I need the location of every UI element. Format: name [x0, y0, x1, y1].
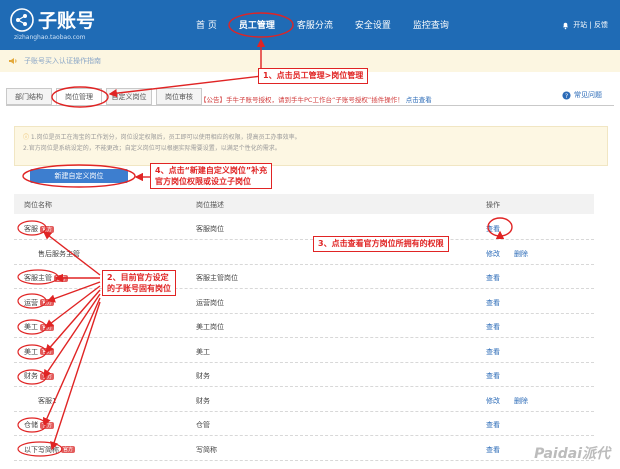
row-name-circles: [17, 220, 63, 457]
page-root: 子账号 zizhanghao.taobao.com 首 页 员工管理 客服分流 …: [0, 0, 620, 469]
annotation-step-1: 1、点击员工管理>岗位管理: [258, 68, 369, 84]
annotation-step-2: 2、目前官方设定 的子账号固有岗位: [102, 270, 176, 296]
annotation-step-4-line-1: 4、点击“新建自定义岗位”补充: [155, 166, 268, 175]
annotation-step-2-line-1: 2、目前官方设定: [107, 273, 169, 282]
highlight-button-circle: [22, 164, 136, 188]
highlight-nav-circle: [228, 12, 294, 38]
highlight-tab-circle: [51, 86, 109, 108]
arrows-2-group: [42, 231, 101, 451]
annotation-step-2-line-2: 的子账号固有岗位: [107, 284, 171, 293]
watermark: Paidai派代: [534, 446, 610, 462]
annotation-step-4: 4、点击“新建自定义岗位”补充 官方岗位权限或设立子岗位: [150, 163, 273, 189]
annotation-step-4-line-2: 官方岗位权限或设立子岗位: [155, 177, 251, 186]
annotation-step-3: 3、点击查看官方岗位所拥有的权限: [313, 236, 449, 252]
arrow-1-tab: [108, 75, 263, 98]
